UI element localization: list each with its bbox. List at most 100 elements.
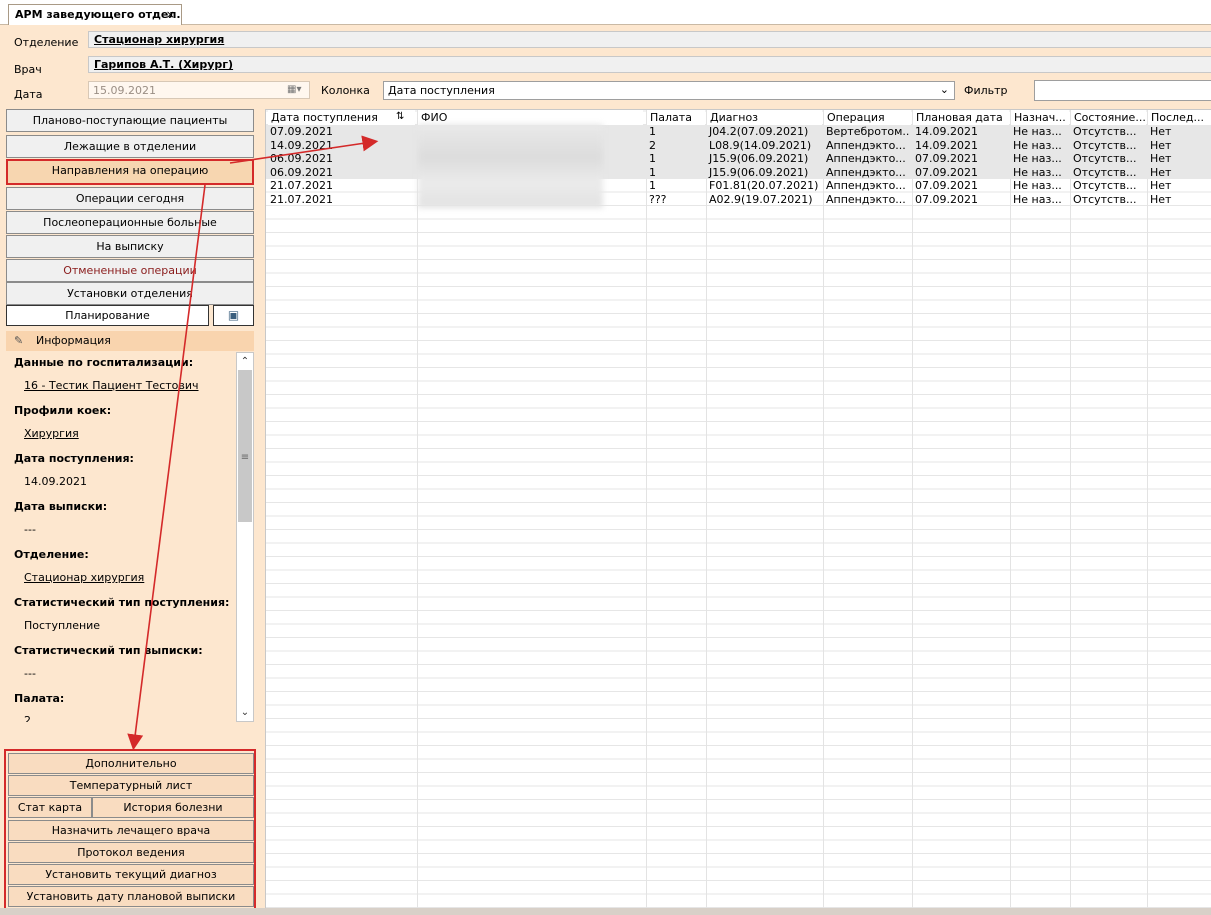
cell-ward: 1 <box>649 165 656 179</box>
info-scrollbar[interactable]: ⌃ ≡ ⌄ <box>236 352 254 722</box>
header-planned-date[interactable]: Плановая дата <box>913 110 1009 125</box>
cell-planned-date: 14.09.2021 <box>915 125 978 138</box>
table-row[interactable]: 14.09.2021 2 L08.9(14.09.2021) Аппендэкто..… <box>266 138 1211 152</box>
cell-state: Отсутств... <box>1073 165 1137 179</box>
nav-department-settings[interactable]: Установки отделения <box>6 282 254 305</box>
col-sep <box>417 110 418 909</box>
filter-input[interactable] <box>1034 80 1211 101</box>
col-sep <box>706 110 707 909</box>
cell-operation: Аппендэкто... <box>826 138 906 152</box>
set-diagnosis-button[interactable]: Установить текущий диагноз <box>8 864 254 885</box>
tab-strip: АРМ заведующего отдел... × <box>0 0 1211 25</box>
col-sep <box>1070 110 1071 909</box>
info-title: Информация <box>36 334 111 347</box>
table-row[interactable]: 06.09.2021 1 J15.9(06.09.2021) Аппендэкто..… <box>266 152 1211 166</box>
discharge-title: Дата выписки: <box>14 500 108 513</box>
cell-planned-date: 07.09.2021 <box>915 152 978 165</box>
cell-ward: 2 <box>649 138 656 152</box>
table-row[interactable]: 06.09.2021 1 J15.9(06.09.2021) Аппендэкто..… <box>266 165 1211 179</box>
scroll-up-icon[interactable]: ⌃ <box>237 353 253 370</box>
department-field[interactable]: Стационар хирургия <box>88 31 1211 48</box>
stat-card-button[interactable]: Стат карта <box>8 797 92 818</box>
cell-last: Нет <box>1150 138 1172 152</box>
dept-link[interactable]: Стационар хирургия <box>24 571 144 584</box>
nav-inpatients[interactable]: Лежащие в отделении <box>6 135 254 158</box>
extra-button[interactable]: Дополнительно <box>8 753 254 774</box>
chevron-down-icon[interactable]: ⌄ <box>940 83 949 96</box>
cell-admit-date: 07.09.2021 <box>270 125 333 138</box>
nav-postop-patients[interactable]: Послеоперационные больные <box>6 211 254 234</box>
close-icon[interactable]: × <box>166 8 175 21</box>
cell-planned-date: 07.09.2021 <box>915 179 978 192</box>
col-sep <box>823 110 824 909</box>
beds-link[interactable]: Хирургия <box>24 427 79 440</box>
cell-ward: ??? <box>649 192 667 206</box>
cell-assigned: Не наз... <box>1013 125 1062 138</box>
info-panel-header[interactable]: ✎ Информация <box>6 331 254 351</box>
header-ward[interactable]: Палата <box>647 110 705 125</box>
cell-planned-date: 07.09.2021 <box>915 192 978 206</box>
stat-in-title: Статистический тип поступления: <box>14 596 230 609</box>
table-row[interactable]: 07.09.2021 1 J04.2(07.09.2021) Вертебротом.… <box>266 125 1211 139</box>
planning-icon-button[interactable]: ▣ <box>213 305 254 326</box>
cell-assigned: Не наз... <box>1013 179 1062 192</box>
header-operation[interactable]: Операция <box>824 110 911 125</box>
doctor-field[interactable]: Гарипов А.Т. (Хирург) <box>88 56 1211 73</box>
hosp-link[interactable]: 16 - Тестик Пациент Тестович <box>24 379 199 392</box>
nav-discharge[interactable]: На выписку <box>6 235 254 258</box>
set-discharge-button[interactable]: Установить дату плановой выписки <box>8 886 254 907</box>
scroll-thumb[interactable]: ≡ <box>238 370 252 522</box>
cell-diagnosis: A02.9(19.07.2021) <box>709 192 813 206</box>
cell-assigned: Не наз... <box>1013 165 1062 179</box>
cell-state: Отсутств... <box>1073 138 1137 152</box>
admit-value: 14.09.2021 <box>24 475 87 488</box>
date-label: Дата <box>14 88 43 101</box>
cell-admit-date: 06.09.2021 <box>270 152 333 165</box>
nav-planned-patients[interactable]: Планово-поступающие пациенты <box>6 109 254 132</box>
tab-arm[interactable]: АРМ заведующего отдел... × <box>8 4 182 25</box>
calendar-icon[interactable]: ▦▾ <box>287 84 305 96</box>
table-row[interactable]: 21.07.2021??? A02.9(19.07.2021) Аппендэкто… <box>266 193 1211 207</box>
cell-assigned: Не наз... <box>1013 192 1062 206</box>
cell-diagnosis: F01.81(20.07.2021) <box>709 179 819 192</box>
cell-assigned: Не наз... <box>1013 138 1062 152</box>
tab-title: АРМ заведующего отдел... <box>15 8 182 21</box>
info-panel: Данные по госпитализации: 16 - Тестик Па… <box>6 352 236 722</box>
table-row[interactable]: 21.07.2021 1 F01.81(20.07.2021) Аппендэкто.… <box>266 179 1211 193</box>
nav-surgery-referrals[interactable]: Направления на операцию <box>6 159 254 185</box>
cell-last: Нет <box>1150 165 1172 179</box>
beds-title: Профили коек: <box>14 404 112 417</box>
sort-icon[interactable]: ⇅ <box>393 110 415 125</box>
col-sep <box>1147 110 1148 909</box>
cell-planned-date: 14.09.2021 <box>915 138 978 152</box>
date-picker[interactable]: 15.09.2021 ▦▾ <box>88 81 310 99</box>
stat-out-value: --- <box>24 667 36 680</box>
cell-last: Нет <box>1150 192 1172 206</box>
header-last[interactable]: Послед... <box>1148 110 1211 125</box>
cell-admit-date: 06.09.2021 <box>270 165 333 179</box>
cell-admit-date: 14.09.2021 <box>270 138 333 152</box>
nav-cancelled-operations[interactable]: Отмененные операции <box>6 259 254 282</box>
header-state[interactable]: Состояние... <box>1071 110 1146 125</box>
protocol-button[interactable]: Протокол ведения <box>8 842 254 863</box>
nav-operations-today[interactable]: Операции сегодня <box>6 187 254 210</box>
assign-doctor-button[interactable]: Назначить лечащего врача <box>8 820 254 841</box>
header-diagnosis[interactable]: Диагноз <box>707 110 822 125</box>
cell-operation: Аппендэкто... <box>826 179 906 192</box>
department-label: Отделение <box>14 36 79 49</box>
grip-icon: ≡ <box>240 452 250 463</box>
scroll-down-icon[interactable]: ⌄ <box>237 704 253 721</box>
temp-sheet-button[interactable]: Температурный лист <box>8 775 254 796</box>
column-select[interactable]: Дата поступления ⌄ <box>383 81 955 100</box>
planning-button[interactable]: Планирование <box>6 305 209 326</box>
cell-ward: 1 <box>649 179 656 192</box>
patients-grid[interactable]: Дата поступления ⇅ ФИО Палата Диагноз Оп… <box>265 109 1211 909</box>
header-admit-date[interactable]: Дата поступления <box>268 110 393 125</box>
cell-ward: 1 <box>649 125 656 138</box>
history-button[interactable]: История болезни <box>92 797 254 818</box>
header-fio[interactable]: ФИО <box>418 110 643 125</box>
header-assigned[interactable]: Назнач... <box>1011 110 1069 125</box>
cell-state: Отсутств... <box>1073 152 1137 165</box>
column-select-value: Дата поступления <box>388 84 495 97</box>
col-sep <box>646 110 647 909</box>
